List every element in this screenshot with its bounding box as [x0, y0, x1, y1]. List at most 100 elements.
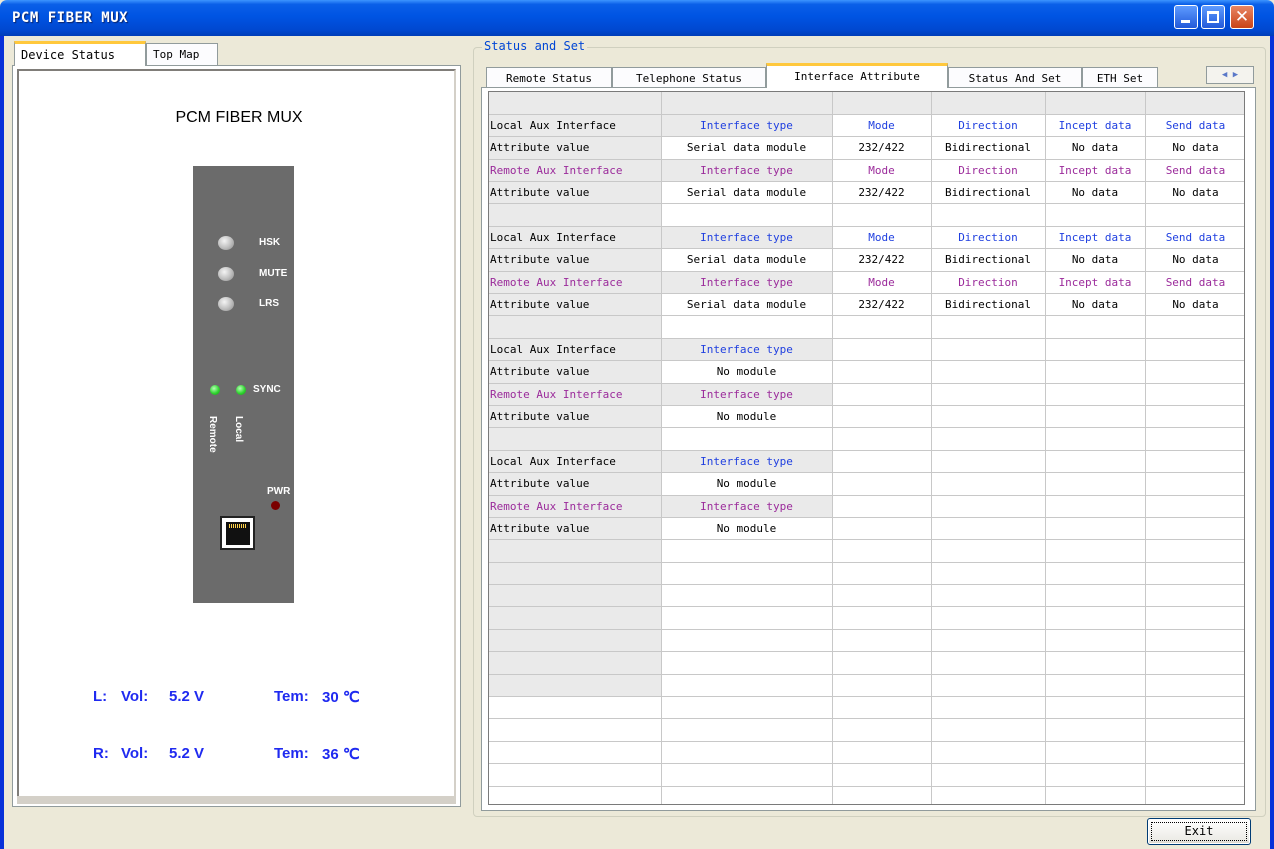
table-cell[interactable] [1045, 539, 1146, 563]
table-cell[interactable]: Interface type [661, 271, 833, 295]
table-cell[interactable] [1045, 606, 1146, 630]
table-cell[interactable]: Serial data module [661, 293, 833, 317]
table-cell[interactable] [931, 427, 1046, 451]
table-cell[interactable] [1045, 472, 1146, 496]
table-cell[interactable] [832, 450, 932, 474]
table-cell[interactable] [931, 539, 1046, 563]
close-button[interactable]: ✕ [1230, 5, 1254, 29]
table-cell[interactable] [661, 763, 833, 787]
row-header-cell[interactable] [489, 562, 662, 586]
row-header-cell[interactable]: Attribute value [489, 517, 662, 541]
table-cell[interactable] [1045, 718, 1146, 742]
table-cell[interactable] [661, 606, 833, 630]
table-cell[interactable]: Send data [1145, 271, 1244, 295]
table-cell[interactable] [931, 450, 1046, 474]
row-header-cell[interactable]: Remote Aux Interface [489, 271, 662, 295]
table-cell[interactable] [832, 405, 932, 429]
tab-device-status[interactable]: Device Status [14, 41, 146, 66]
table-cell[interactable] [931, 517, 1046, 541]
table-cell[interactable] [832, 763, 932, 787]
table-cell[interactable] [1045, 584, 1146, 608]
table-cell[interactable] [1145, 696, 1244, 720]
row-header-cell[interactable]: Attribute value [489, 136, 662, 160]
table-cell[interactable] [931, 674, 1046, 698]
row-header-cell[interactable] [489, 696, 662, 720]
row-header-cell[interactable] [489, 651, 662, 675]
table-cell[interactable]: No data [1145, 293, 1244, 317]
table-cell[interactable] [832, 495, 932, 518]
table-cell[interactable] [1145, 405, 1244, 429]
tab-eth-set[interactable]: ETH Set [1082, 67, 1158, 88]
table-cell[interactable]: Send data [1145, 114, 1244, 138]
table-cell[interactable]: 232/422 [832, 181, 932, 205]
table-cell[interactable] [1045, 315, 1146, 339]
table-cell[interactable] [1145, 495, 1244, 518]
table-cell[interactable] [931, 606, 1046, 630]
table-cell[interactable] [832, 383, 932, 406]
table-cell[interactable]: Bidirectional [931, 136, 1046, 160]
table-cell[interactable] [1145, 383, 1244, 406]
row-header-cell[interactable]: Local Aux Interface [489, 450, 662, 474]
table-cell[interactable] [661, 674, 833, 698]
table-cell[interactable]: Send data [1145, 226, 1244, 250]
exit-button[interactable]: Exit [1147, 818, 1251, 845]
table-cell[interactable]: Incept data [1045, 114, 1146, 138]
table-cell[interactable] [931, 786, 1046, 804]
row-header-cell[interactable] [489, 427, 662, 451]
table-cell[interactable]: No module [661, 405, 833, 429]
table-cell[interactable]: Serial data module [661, 248, 833, 272]
table-cell[interactable]: Bidirectional [931, 293, 1046, 317]
table-cell[interactable]: Interface type [661, 159, 833, 183]
table-cell[interactable]: Interface type [661, 226, 833, 250]
table-cell[interactable]: Interface type [661, 450, 833, 474]
row-header-cell[interactable] [489, 786, 662, 804]
row-header-cell[interactable]: Attribute value [489, 405, 662, 429]
table-cell[interactable] [931, 562, 1046, 586]
table-cell[interactable] [1145, 450, 1244, 474]
table-cell[interactable]: Mode [832, 271, 932, 295]
row-header-cell[interactable]: Attribute value [489, 293, 662, 317]
table-cell[interactable]: No data [1145, 248, 1244, 272]
table-cell[interactable]: Incept data [1045, 271, 1146, 295]
table-cell[interactable] [1145, 584, 1244, 608]
table-cell[interactable] [931, 651, 1046, 675]
table-cell[interactable] [832, 674, 932, 698]
row-header-cell[interactable]: Local Aux Interface [489, 114, 662, 138]
table-cell[interactable]: No data [1045, 136, 1146, 160]
row-header-cell[interactable] [489, 674, 662, 698]
row-header-cell[interactable] [489, 763, 662, 787]
table-cell[interactable]: Incept data [1045, 159, 1146, 183]
table-cell[interactable]: Interface type [661, 495, 833, 518]
table-cell[interactable] [1145, 562, 1244, 586]
table-cell[interactable] [931, 696, 1046, 720]
table-cell[interactable]: Interface type [661, 338, 833, 362]
table-cell[interactable] [832, 315, 932, 339]
row-header-cell[interactable]: Attribute value [489, 360, 662, 384]
table-cell[interactable] [1045, 405, 1146, 429]
maximize-button[interactable] [1201, 5, 1225, 29]
table-cell[interactable] [661, 427, 833, 451]
table-cell[interactable]: Direction [931, 159, 1046, 183]
table-cell[interactable] [1145, 539, 1244, 563]
table-cell[interactable] [661, 741, 833, 765]
table-cell[interactable] [832, 517, 932, 541]
table-cell[interactable]: No data [1045, 248, 1146, 272]
table-cell[interactable]: No module [661, 360, 833, 384]
table-cell[interactable] [1145, 315, 1244, 339]
row-header-cell[interactable]: Local Aux Interface [489, 338, 662, 362]
table-cell[interactable] [1145, 472, 1244, 496]
row-header-cell[interactable] [489, 584, 662, 608]
table-cell[interactable] [1045, 427, 1146, 451]
table-cell[interactable]: Bidirectional [931, 181, 1046, 205]
tab-status-and-set[interactable]: Status And Set [948, 67, 1082, 88]
tab-telephone-status[interactable]: Telephone Status [612, 67, 766, 88]
table-cell[interactable] [1045, 495, 1146, 518]
table-cell[interactable]: No data [1145, 136, 1244, 160]
table-cell[interactable] [832, 562, 932, 586]
table-cell[interactable] [931, 763, 1046, 787]
table-cell[interactable] [832, 338, 932, 362]
table-cell[interactable] [1145, 517, 1244, 541]
table-cell[interactable]: No module [661, 472, 833, 496]
table-cell[interactable]: Interface type [661, 114, 833, 138]
table-cell[interactable] [1045, 629, 1146, 653]
